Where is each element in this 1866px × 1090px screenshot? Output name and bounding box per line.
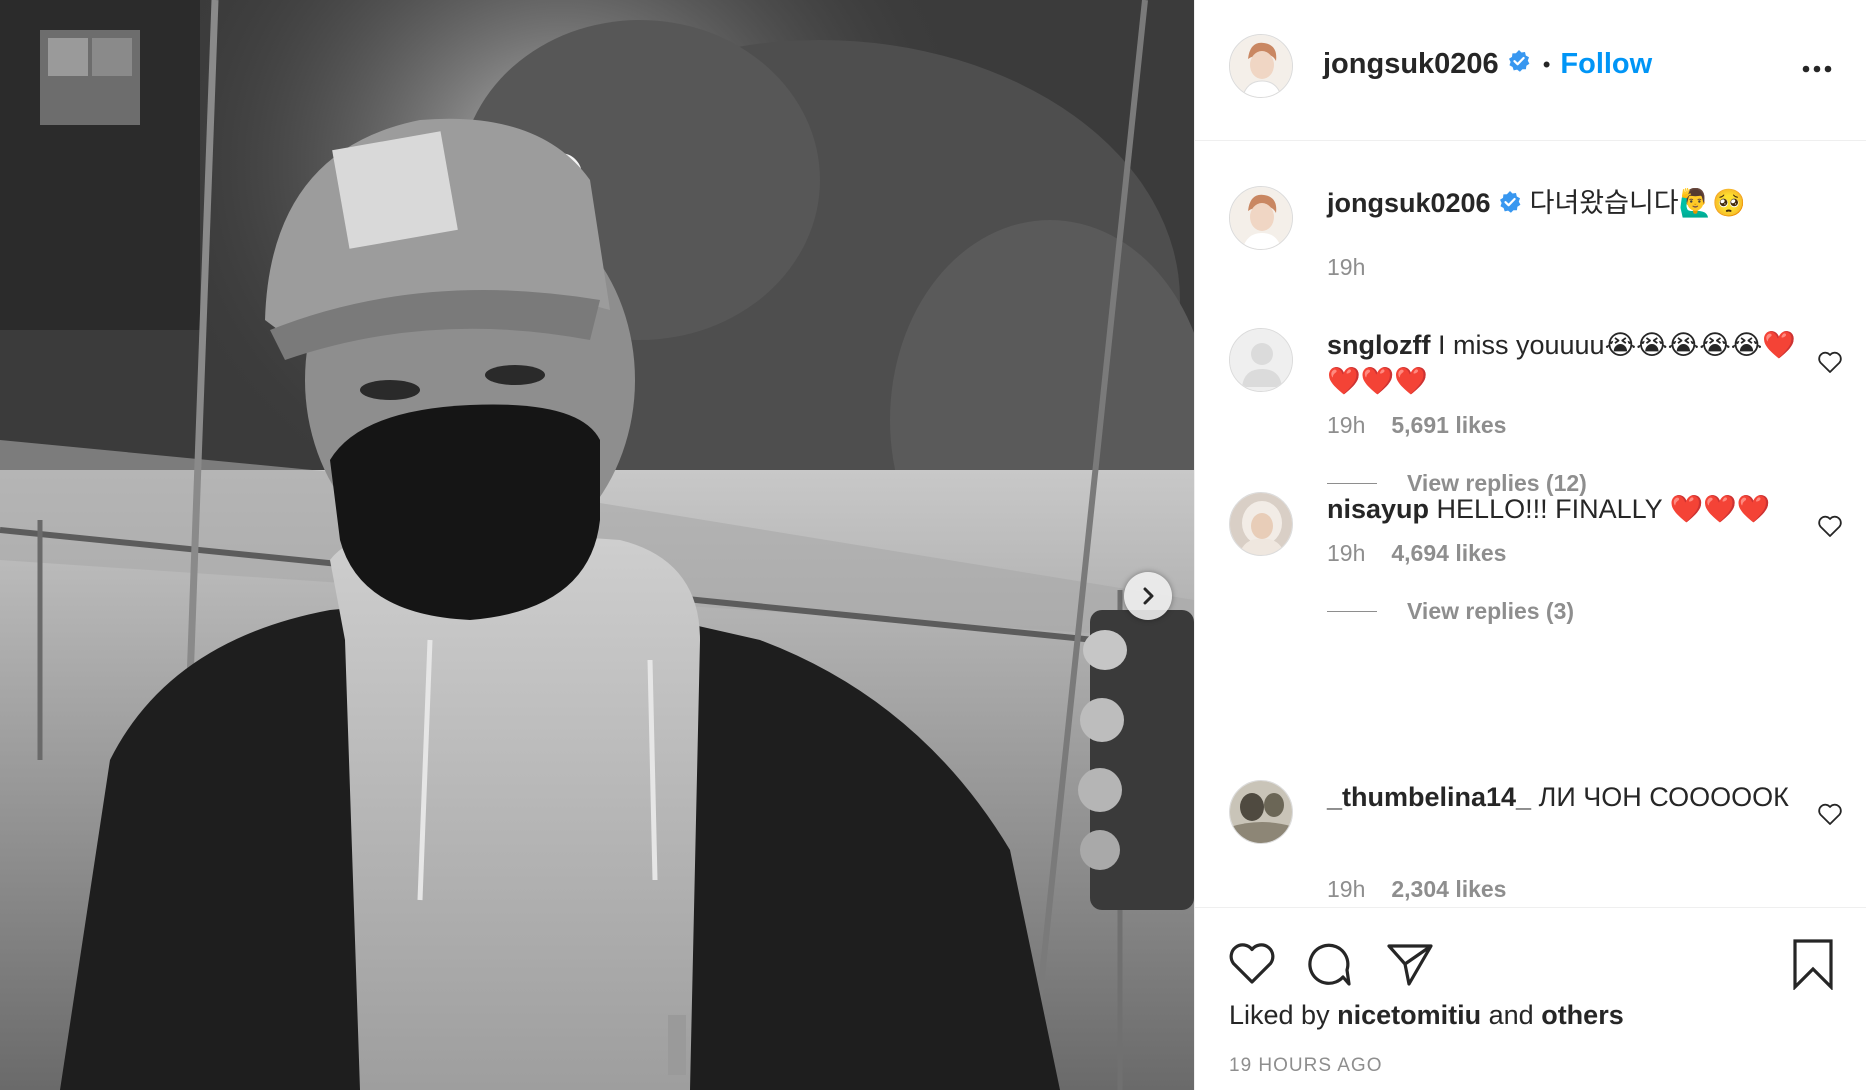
follow-button[interactable]: Follow	[1560, 48, 1652, 81]
caption: jongsuk0206 다녀왔습니다🙋‍♂️🥺 19h	[1195, 186, 1866, 336]
post-actions: Liked by nicetomitiu and others 19 HOURS…	[1195, 907, 1866, 1090]
caption-username[interactable]: jongsuk0206	[1327, 188, 1491, 218]
default-avatar-icon	[1230, 329, 1292, 391]
profile-photo-icon	[1230, 493, 1292, 555]
comment-meta: 19h 2,304 likes	[1327, 876, 1506, 903]
comment-item: _thumbelina14_ ЛИ ЧОН СООООOК 19h 2,304 …	[1195, 780, 1866, 907]
comment-time[interactable]: 19h	[1327, 540, 1365, 567]
post-timestamp[interactable]: 19 HOURS AGO	[1229, 1055, 1383, 1077]
post-header: jongsuk0206 • Follow	[1195, 0, 1866, 141]
caption-text: 다녀왔습니다🙋‍♂️🥺	[1529, 188, 1746, 218]
caption-time[interactable]: 19h	[1327, 254, 1365, 281]
liked-by-user[interactable]: nicetomitiu	[1337, 1000, 1481, 1030]
commenter-avatar[interactable]	[1229, 780, 1293, 844]
commenter-avatar[interactable]	[1229, 492, 1293, 556]
post-side-panel: jongsuk0206 • Follow jongsuk0206 다녀왔습니다🙋…	[1194, 0, 1866, 1090]
verified-badge-icon	[1507, 48, 1531, 81]
post-photo[interactable]	[0, 0, 1194, 1090]
view-replies-label: View replies (3)	[1407, 598, 1575, 624]
comment-body: nisayup HELLO!!! FINALLY ❤️❤️❤️	[1327, 491, 1797, 527]
more-options-button[interactable]	[1797, 54, 1837, 84]
commenter-avatar[interactable]	[1229, 328, 1293, 392]
author-row: jongsuk0206 • Follow	[1323, 48, 1652, 81]
like-heart-icon[interactable]	[1227, 940, 1277, 986]
comment-item: nisayup HELLO!!! FINALLY ❤️❤️❤️ 19h 4,69…	[1195, 492, 1866, 702]
comment-likes[interactable]: 2,304 likes	[1391, 876, 1506, 903]
like-comment-heart-icon[interactable]	[1817, 802, 1843, 826]
comment-username[interactable]: _thumbelina14_	[1327, 782, 1531, 812]
profile-photo-icon	[1230, 35, 1292, 97]
liked-by-and: and	[1488, 1000, 1534, 1030]
liked-by-others[interactable]: others	[1541, 1000, 1624, 1030]
comment-bubble-icon[interactable]	[1305, 940, 1353, 988]
comment-username[interactable]: snglozff	[1327, 330, 1430, 360]
liked-by-prefix: Liked by	[1229, 1000, 1330, 1030]
comment-body: _thumbelina14_ ЛИ ЧОН СООООOК	[1327, 779, 1797, 815]
profile-photo-icon	[1230, 187, 1292, 249]
profile-photo-icon	[1230, 781, 1292, 843]
comment-text: ЛИ ЧОН СООООOК	[1538, 782, 1789, 812]
author-username[interactable]: jongsuk0206	[1323, 48, 1499, 81]
liked-by-summary: Liked by nicetomitiu and others	[1229, 1000, 1624, 1031]
comment-likes[interactable]: 4,694 likes	[1391, 540, 1506, 567]
comment-body: snglozff I miss youuuu😭😭😭😭😭❤️❤️❤️❤️	[1327, 327, 1797, 399]
view-replies-button[interactable]: View replies (3)	[1327, 598, 1574, 625]
comment-username[interactable]: nisayup	[1327, 494, 1429, 524]
comment-meta: 19h 4,694 likes	[1327, 540, 1506, 567]
replies-divider	[1327, 483, 1377, 484]
comment-text: HELLO!!! FINALLY ❤️❤️❤️	[1436, 494, 1771, 524]
caption-body: jongsuk0206 다녀왔습니다🙋‍♂️🥺	[1327, 185, 1827, 223]
author-avatar[interactable]	[1229, 34, 1293, 98]
comments-list[interactable]: jongsuk0206 다녀왔습니다🙋‍♂️🥺 19h	[1195, 142, 1866, 907]
caption-meta: 19h	[1327, 254, 1365, 281]
chevron-right-icon	[1143, 587, 1154, 605]
caption-avatar[interactable]	[1229, 186, 1293, 250]
save-bookmark-icon[interactable]	[1791, 938, 1835, 990]
photo-image	[0, 0, 1194, 1090]
like-comment-heart-icon[interactable]	[1817, 350, 1843, 374]
separator-dot: •	[1542, 51, 1551, 77]
replies-divider	[1327, 611, 1377, 612]
comment-time[interactable]: 19h	[1327, 876, 1365, 903]
share-paper-plane-icon[interactable]	[1385, 940, 1435, 988]
like-comment-heart-icon[interactable]	[1817, 514, 1843, 538]
next-photo-button[interactable]	[1124, 572, 1172, 620]
comment-time[interactable]: 19h	[1327, 412, 1365, 439]
verified-badge-icon	[1498, 187, 1522, 223]
comment-likes[interactable]: 5,691 likes	[1391, 412, 1506, 439]
more-horizontal-icon	[1802, 65, 1832, 73]
comment-meta: 19h 5,691 likes	[1327, 412, 1506, 439]
